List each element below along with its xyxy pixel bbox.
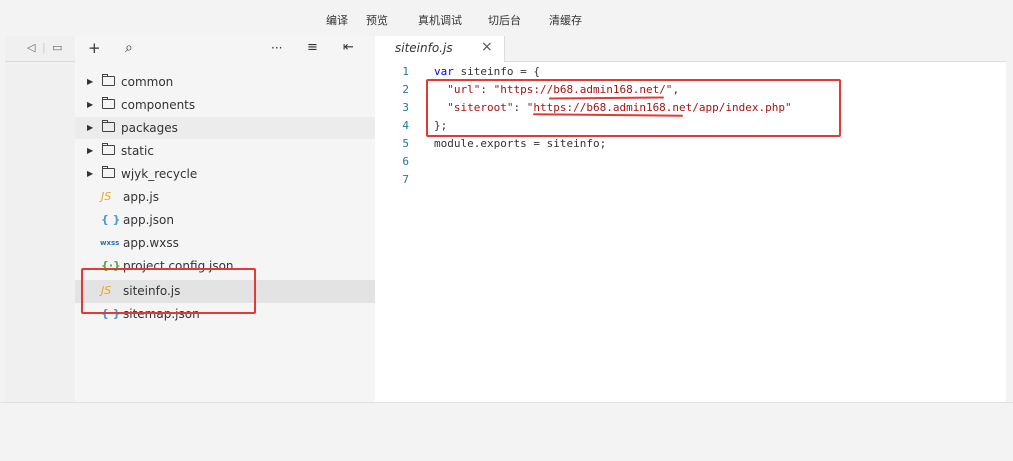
expand-arrow-icon[interactable]: ▶ (87, 140, 93, 162)
more-icon[interactable]: ··· (271, 38, 282, 58)
split-view-icon[interactable]: ⇤ (343, 38, 354, 58)
divider: | (42, 41, 46, 54)
tree-item-label: wjyk_recycle (121, 167, 198, 181)
speaker-icon[interactable]: ◁ (27, 41, 35, 54)
add-icon[interactable]: + (88, 38, 101, 58)
background-button[interactable]: 切后台 (488, 12, 521, 28)
expand-arrow-icon[interactable]: ▶ (87, 94, 93, 116)
tree-item-label: common (121, 75, 174, 89)
json-file-icon: { } (101, 213, 121, 226)
tree-item-label: app.json (123, 213, 174, 227)
annotation-box-file (81, 268, 256, 314)
wxss-file-icon: wxss (100, 239, 120, 247)
annotation-box-code (426, 79, 841, 137)
tree-folder-common[interactable]: ▶ common (75, 71, 375, 93)
tree-folder-wjyk-recycle[interactable]: ▶ wjyk_recycle (75, 163, 375, 185)
tree-item-label: app.wxss (123, 236, 179, 250)
tree-item-label: packages (121, 121, 178, 135)
folder-icon (102, 143, 115, 155)
folder-icon (102, 97, 115, 109)
line-number: 7 (402, 173, 409, 186)
editor-tab-bar: siteinfo.js × (375, 36, 1006, 62)
tree-file-app-wxss[interactable]: wxss app.wxss (75, 232, 375, 254)
folder-icon (102, 120, 115, 132)
tab-siteinfo-js[interactable]: siteinfo.js × (375, 36, 505, 62)
tree-folder-static[interactable]: ▶ static (75, 140, 375, 162)
code-line[interactable]: 5 module.exports = siteinfo; (375, 135, 1006, 153)
activity-bar: ◁ | ▭ (5, 36, 76, 402)
tree-item-label: components (121, 98, 196, 112)
collapse-all-icon[interactable]: ≡ (307, 38, 318, 58)
expand-arrow-icon[interactable]: ▶ (87, 117, 93, 139)
compile-button[interactable]: 编译 (326, 12, 348, 28)
window-icon[interactable]: ▭ (52, 41, 62, 54)
code-line[interactable]: 7 (375, 171, 1006, 189)
folder-icon (102, 166, 115, 178)
code-line[interactable]: 6 (375, 153, 1006, 171)
tree-folder-packages[interactable]: ▶ packages (75, 117, 375, 139)
code-text: module.exports = siteinfo; (434, 137, 607, 150)
tree-item-label: static (121, 144, 154, 158)
folder-icon (102, 74, 115, 86)
explorer-header: + ⌕ ··· ≡ ⇤ (75, 36, 375, 61)
tab-label: siteinfo.js (395, 41, 453, 55)
tree-item-label: app.js (123, 190, 159, 204)
real-device-debug-button[interactable]: 真机调试 (418, 12, 462, 28)
search-icon[interactable]: ⌕ (125, 38, 133, 58)
js-file-icon: JS (101, 190, 112, 203)
line-number: 3 (402, 101, 409, 114)
tree-file-app-js[interactable]: JS app.js (75, 186, 375, 208)
file-explorer: + ⌕ ··· ≡ ⇤ ▶ common ▶ components ▶ pack… (75, 36, 376, 402)
activity-header: ◁ | ▭ (5, 36, 75, 62)
line-number: 1 (402, 65, 409, 78)
tree-file-app-json[interactable]: { } app.json (75, 209, 375, 231)
clear-cache-button[interactable]: 清缓存 (549, 12, 582, 28)
close-icon[interactable]: × (481, 39, 493, 55)
top-toolbar: 编译 预览 真机调试 切后台 清缓存 (0, 0, 1013, 36)
line-number: 5 (402, 137, 409, 150)
preview-button[interactable]: 预览 (366, 12, 388, 28)
tree-folder-components[interactable]: ▶ components (75, 94, 375, 116)
bottom-panel (0, 402, 1013, 461)
line-number: 2 (402, 83, 409, 96)
line-number: 4 (402, 119, 409, 132)
expand-arrow-icon[interactable]: ▶ (87, 163, 93, 185)
line-number: 6 (402, 155, 409, 168)
expand-arrow-icon[interactable]: ▶ (87, 71, 93, 93)
